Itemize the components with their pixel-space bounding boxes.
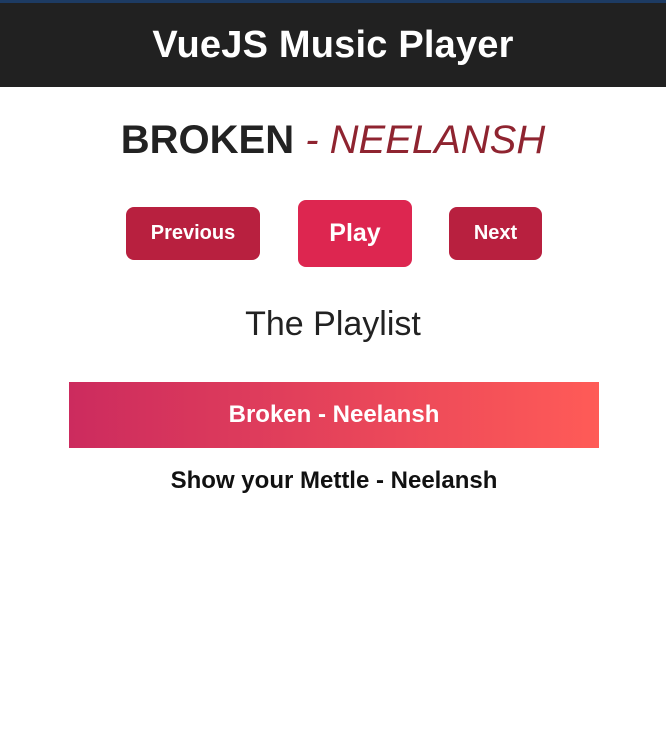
previous-button[interactable]: Previous bbox=[126, 207, 260, 260]
playlist-heading: The Playlist bbox=[245, 305, 421, 343]
play-button[interactable]: Play bbox=[298, 200, 412, 267]
playlist: Broken - Neelansh Show your Mettle - Nee… bbox=[69, 382, 599, 514]
now-playing: BROKEN - NEELANSH bbox=[0, 112, 666, 168]
now-playing-artist: - NEELANSH bbox=[294, 118, 546, 162]
next-button[interactable]: Next bbox=[449, 207, 542, 260]
app-title: VueJS Music Player bbox=[152, 23, 514, 66]
playlist-item-active[interactable]: Broken - Neelansh bbox=[69, 382, 599, 448]
now-playing-title: BROKEN bbox=[120, 118, 295, 162]
app-header: VueJS Music Player bbox=[0, 3, 666, 87]
playlist-item[interactable]: Show your Mettle - Neelansh bbox=[69, 448, 599, 514]
